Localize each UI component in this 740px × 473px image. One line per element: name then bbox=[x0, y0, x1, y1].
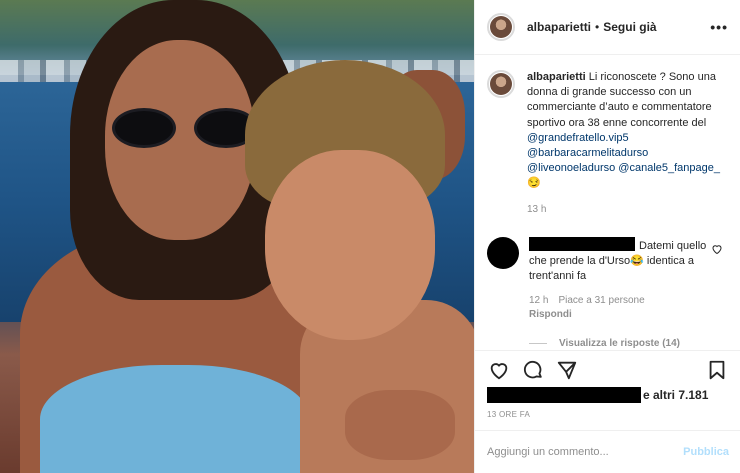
action-bar bbox=[475, 350, 740, 388]
comments-panel[interactable]: albaparietti Li riconoscete ? Sono una d… bbox=[475, 56, 740, 350]
comment-meta: 12 h Piace a 31 persone Rispondi bbox=[529, 294, 719, 322]
caption-username[interactable]: albaparietti bbox=[527, 71, 586, 83]
separator-dot: • bbox=[595, 20, 600, 34]
view-replies-button[interactable]: Visualizza le risposte (14) bbox=[529, 338, 729, 349]
caption-body: albaparietti Li riconoscete ? Sono una d… bbox=[527, 70, 729, 217]
avatar[interactable] bbox=[487, 13, 515, 41]
add-comment-bar: Pubblica bbox=[475, 430, 740, 473]
boy-hand bbox=[345, 390, 455, 460]
comment-likes[interactable]: Piace a 31 persone bbox=[558, 295, 644, 306]
more-options-icon[interactable]: ••• bbox=[710, 19, 728, 35]
tag-link[interactable]: @canale5_fanpage_ bbox=[618, 162, 720, 174]
tag-link[interactable]: @barbaracarmelitadurso bbox=[527, 147, 648, 159]
share-icon[interactable] bbox=[555, 358, 579, 382]
caption: albaparietti Li riconoscete ? Sono una d… bbox=[487, 70, 729, 217]
comment-time[interactable]: 12 h bbox=[529, 295, 548, 306]
caption-time[interactable]: 13 h bbox=[527, 202, 729, 217]
instagram-post: albaparietti • Segui già ••• albapariett… bbox=[0, 0, 740, 473]
tag-link[interactable]: @grandefratello.vip5 bbox=[527, 132, 629, 144]
bookmark-icon[interactable] bbox=[705, 358, 729, 382]
header-username[interactable]: albaparietti bbox=[527, 20, 591, 34]
post-header: albaparietti • Segui già ••• bbox=[475, 0, 740, 55]
comment-icon[interactable] bbox=[521, 358, 545, 382]
reply-button[interactable]: Rispondi bbox=[529, 308, 709, 322]
boy-face bbox=[265, 150, 435, 340]
caption-emoji: 😏 bbox=[527, 177, 541, 190]
comment-item: Datemi quello che prende la d'Urso😂 iden… bbox=[487, 236, 729, 323]
comment-input[interactable] bbox=[487, 446, 684, 458]
redacted-avatar[interactable] bbox=[487, 236, 519, 269]
comment-body: Datemi quello che prende la d'Urso😂 iden… bbox=[529, 236, 719, 323]
posted-time[interactable]: 13 ORE FA bbox=[487, 410, 530, 419]
likes-summary[interactable]: e altri 7.181 bbox=[487, 387, 708, 403]
tag-link[interactable]: @liveonoeladurso bbox=[527, 162, 615, 174]
follow-button[interactable]: Segui già bbox=[603, 20, 656, 34]
view-replies-label: Visualizza le risposte (14) bbox=[559, 338, 680, 350]
sunglasses bbox=[112, 108, 262, 152]
caption-avatar[interactable] bbox=[487, 70, 515, 98]
post-photo[interactable] bbox=[0, 0, 474, 473]
publish-button[interactable]: Pubblica bbox=[683, 446, 729, 458]
heart-icon[interactable] bbox=[487, 358, 511, 382]
comment-heart-icon[interactable] bbox=[711, 243, 723, 255]
post-sidebar: albaparietti • Segui già ••• albapariett… bbox=[474, 0, 740, 473]
replies-line bbox=[529, 343, 547, 345]
likes-count[interactable]: e altri 7.181 bbox=[643, 388, 708, 402]
swimsuit bbox=[40, 365, 310, 473]
redacted-username bbox=[529, 236, 635, 251]
redacted-likers bbox=[487, 387, 641, 403]
